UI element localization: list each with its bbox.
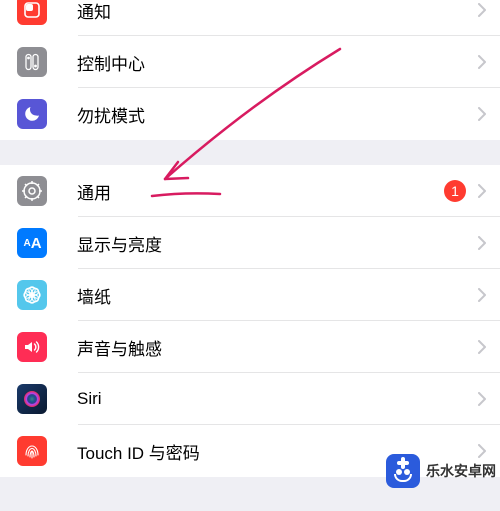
wallpaper-icon: [17, 280, 47, 310]
row-label: 通知: [77, 0, 478, 23]
row-sounds-haptics[interactable]: 声音与触感: [0, 321, 500, 373]
row-label: 控制中心: [77, 50, 478, 75]
siri-icon: [17, 384, 47, 414]
row-label: Siri: [77, 389, 478, 409]
row-notifications[interactable]: 通知: [0, 0, 500, 36]
do-not-disturb-icon: [17, 99, 47, 129]
group-separator: [0, 140, 500, 165]
general-icon: [17, 176, 47, 206]
notifications-icon: [17, 0, 47, 25]
row-wallpaper[interactable]: 墙纸: [0, 269, 500, 321]
chevron-right-icon: [478, 288, 486, 302]
chevron-right-icon: [478, 184, 486, 198]
row-display-brightness[interactable]: AA 显示与亮度: [0, 217, 500, 269]
row-control-center[interactable]: 控制中心: [0, 36, 500, 88]
row-label: 显示与亮度: [77, 231, 478, 256]
row-siri[interactable]: Siri: [0, 373, 500, 425]
touch-id-icon: [17, 436, 47, 466]
row-general[interactable]: 通用 1: [0, 165, 500, 217]
sounds-haptics-icon: [17, 332, 47, 362]
row-label: 勿扰模式: [77, 102, 478, 127]
chevron-right-icon: [478, 392, 486, 406]
control-center-icon: [17, 47, 47, 77]
row-label: 通用: [77, 179, 444, 204]
settings-group-1: 通知 控制中心 勿扰模式: [0, 0, 500, 140]
chevron-right-icon: [478, 3, 486, 17]
chevron-right-icon: [478, 236, 486, 250]
watermark-text: 乐水安卓网: [426, 461, 496, 481]
row-label: 墙纸: [77, 283, 478, 308]
row-label: 声音与触感: [77, 335, 478, 360]
watermark: 乐水安卓网: [386, 451, 496, 491]
settings-group-2: 通用 1 AA 显示与亮度 墙纸 声音与触感: [0, 165, 500, 477]
display-brightness-icon: AA: [17, 228, 47, 258]
chevron-right-icon: [478, 340, 486, 354]
chevron-right-icon: [478, 107, 486, 121]
row-do-not-disturb[interactable]: 勿扰模式: [0, 88, 500, 140]
notification-badge: 1: [444, 180, 466, 202]
watermark-icon: [386, 454, 420, 488]
chevron-right-icon: [478, 55, 486, 69]
